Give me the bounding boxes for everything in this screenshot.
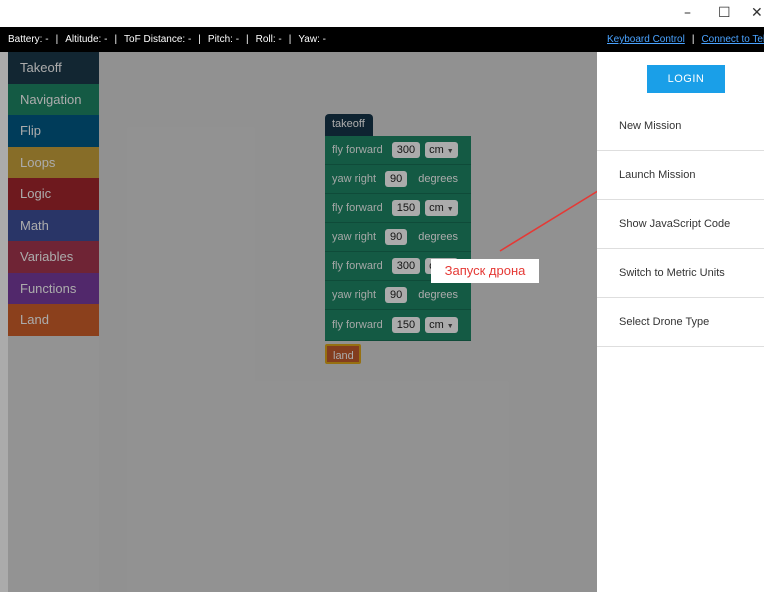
annotation-label: Запуск дрона bbox=[431, 259, 539, 283]
login-button[interactable]: LOGIN bbox=[647, 65, 725, 93]
menu-item-launch-mission[interactable]: Launch Mission bbox=[597, 151, 764, 200]
separator: | bbox=[246, 34, 249, 45]
menu-item-show-javascript-code[interactable]: Show JavaScript Code bbox=[597, 200, 764, 249]
keyboard-control-link[interactable]: Keyboard Control bbox=[607, 34, 685, 45]
menu-item-select-drone-type[interactable]: Select Drone Type bbox=[597, 298, 764, 347]
telemetry-readouts: Battery: - | Altitude: - | ToF Distance: - | P… bbox=[8, 27, 326, 52]
separator: | bbox=[288, 34, 292, 45]
roll-readout: Roll: - bbox=[255, 34, 282, 45]
separator: | bbox=[691, 34, 695, 45]
window-titlebar: – ☐ ✕ bbox=[0, 0, 764, 27]
altitude-readout: Altitude: - bbox=[65, 34, 108, 45]
battery-readout: Battery: - bbox=[8, 34, 49, 45]
side-menu-panel: LOGIN New Mission Launch Mission Show Ja… bbox=[597, 52, 764, 592]
close-icon[interactable]: ✕ bbox=[751, 5, 763, 21]
status-links: Keyboard Control | Connect to Tello bbox=[607, 27, 764, 52]
menu-item-switch-units[interactable]: Switch to Metric Units bbox=[597, 249, 764, 298]
connect-link[interactable]: Connect to Tello bbox=[701, 34, 764, 45]
telemetry-bar: Battery: - | Altitude: - | ToF Distance: - | P… bbox=[0, 27, 764, 52]
separator: | bbox=[198, 34, 201, 45]
minimize-icon[interactable]: – bbox=[684, 5, 691, 21]
mission-menu: New Mission Launch Mission Show JavaScri… bbox=[597, 102, 764, 347]
pitch-readout: Pitch: - bbox=[207, 34, 240, 45]
tof-distance-readout: ToF Distance: - bbox=[124, 34, 192, 45]
separator: | bbox=[55, 34, 59, 45]
menu-item-new-mission[interactable]: New Mission bbox=[597, 102, 764, 151]
yaw-readout: Yaw: - bbox=[298, 34, 326, 45]
modal-overlay[interactable] bbox=[0, 52, 597, 592]
maximize-icon[interactable]: ☐ bbox=[718, 5, 731, 21]
separator: | bbox=[114, 34, 118, 45]
